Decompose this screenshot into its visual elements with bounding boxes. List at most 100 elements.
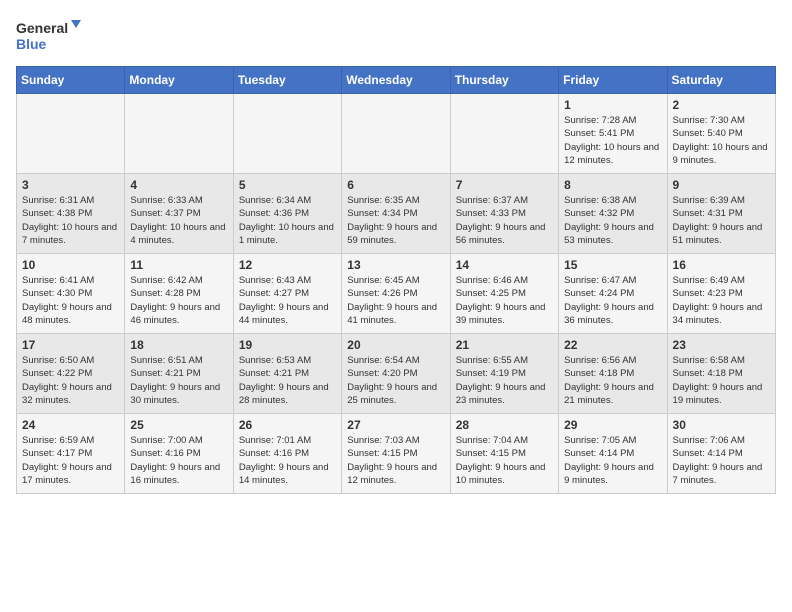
day-info: Sunrise: 6:53 AM Sunset: 4:21 PM Dayligh… [239, 354, 336, 407]
calendar-cell: 22 Sunrise: 6:56 AM Sunset: 4:18 PM Dayli… [559, 334, 667, 414]
calendar-week-4: 17 Sunrise: 6:50 AM Sunset: 4:22 PM Dayli… [17, 334, 776, 414]
day-info: Sunrise: 7:03 AM Sunset: 4:15 PM Dayligh… [347, 434, 444, 487]
calendar-cell: 1Sunrise: 7:28 AM Sunset: 5:41 PM Daylig… [559, 94, 667, 174]
calendar-cell: 10Sunrise: 6:41 AM Sunset: 4:30 PM Dayli… [17, 254, 125, 334]
day-info: Sunrise: 6:39 AM Sunset: 4:31 PM Dayligh… [673, 194, 770, 247]
day-number: 21 [456, 338, 553, 352]
day-header-saturday: Saturday [667, 67, 775, 94]
day-info: Sunrise: 6:50 AM Sunset: 4:22 PM Dayligh… [22, 354, 119, 407]
day-number: 25 [130, 418, 227, 432]
calendar-cell [342, 94, 450, 174]
calendar-week-1: 1Sunrise: 7:28 AM Sunset: 5:41 PM Daylig… [17, 94, 776, 174]
day-number: 13 [347, 258, 444, 272]
page-header: General Blue [16, 16, 776, 56]
calendar-cell: 12Sunrise: 6:43 AM Sunset: 4:27 PM Dayli… [233, 254, 341, 334]
day-info: Sunrise: 6:38 AM Sunset: 4:32 PM Dayligh… [564, 194, 661, 247]
day-info: Sunrise: 6:46 AM Sunset: 4:25 PM Dayligh… [456, 274, 553, 327]
calendar-cell: 21 Sunrise: 6:55 AM Sunset: 4:19 PM Dayli… [450, 334, 558, 414]
day-number: 16 [673, 258, 770, 272]
calendar-cell: 6 Sunrise: 6:35 AM Sunset: 4:34 PM Daylig… [342, 174, 450, 254]
calendar-cell: 13Sunrise: 6:45 AM Sunset: 4:26 PM Dayli… [342, 254, 450, 334]
calendar-cell [17, 94, 125, 174]
day-number: 22 [564, 338, 661, 352]
day-number: 17 [22, 338, 119, 352]
calendar-cell: 18Sunrise: 6:51 AM Sunset: 4:21 PM Dayli… [125, 334, 233, 414]
day-info: Sunrise: 6:34 AM Sunset: 4:36 PM Dayligh… [239, 194, 336, 247]
day-header-tuesday: Tuesday [233, 67, 341, 94]
day-info: Sunrise: 6:58 AM Sunset: 4:18 PM Dayligh… [673, 354, 770, 407]
calendar-cell: 28 Sunrise: 7:04 AM Sunset: 4:15 PM Dayli… [450, 414, 558, 494]
day-number: 28 [456, 418, 553, 432]
day-info: Sunrise: 6:55 AM Sunset: 4:19 PM Dayligh… [456, 354, 553, 407]
calendar-cell: 30Sunrise: 7:06 AM Sunset: 4:14 PM Dayli… [667, 414, 775, 494]
calendar-cell: 19Sunrise: 6:53 AM Sunset: 4:21 PM Dayli… [233, 334, 341, 414]
day-info: Sunrise: 7:01 AM Sunset: 4:16 PM Dayligh… [239, 434, 336, 487]
day-number: 3 [22, 178, 119, 192]
calendar-cell: 5 Sunrise: 6:34 AM Sunset: 4:36 PM Daylig… [233, 174, 341, 254]
calendar-cell: 29 Sunrise: 7:05 AM Sunset: 4:14 PM Dayli… [559, 414, 667, 494]
calendar-cell [125, 94, 233, 174]
calendar-header-row: SundayMondayTuesdayWednesdayThursdayFrid… [17, 67, 776, 94]
day-number: 20 [347, 338, 444, 352]
calendar-cell: 23 Sunrise: 6:58 AM Sunset: 4:18 PM Dayli… [667, 334, 775, 414]
day-number: 6 [347, 178, 444, 192]
day-info: Sunrise: 6:35 AM Sunset: 4:34 PM Dayligh… [347, 194, 444, 247]
calendar-cell: 20 Sunrise: 6:54 AM Sunset: 4:20 PM Dayli… [342, 334, 450, 414]
calendar-cell: 14 Sunrise: 6:46 AM Sunset: 4:25 PM Dayli… [450, 254, 558, 334]
calendar-week-2: 3 Sunrise: 6:31 AM Sunset: 4:38 PM Daylig… [17, 174, 776, 254]
day-info: Sunrise: 7:00 AM Sunset: 4:16 PM Dayligh… [130, 434, 227, 487]
calendar-cell: 2 Sunrise: 7:30 AM Sunset: 5:40 PM Daylig… [667, 94, 775, 174]
calendar-cell: 27 Sunrise: 7:03 AM Sunset: 4:15 PM Dayli… [342, 414, 450, 494]
day-info: Sunrise: 6:37 AM Sunset: 4:33 PM Dayligh… [456, 194, 553, 247]
day-info: Sunrise: 7:04 AM Sunset: 4:15 PM Dayligh… [456, 434, 553, 487]
day-number: 23 [673, 338, 770, 352]
day-number: 26 [239, 418, 336, 432]
day-number: 24 [22, 418, 119, 432]
day-number: 8 [564, 178, 661, 192]
day-number: 10 [22, 258, 119, 272]
day-info: Sunrise: 7:06 AM Sunset: 4:14 PM Dayligh… [673, 434, 770, 487]
day-info: Sunrise: 6:33 AM Sunset: 4:37 PM Dayligh… [130, 194, 227, 247]
calendar-cell: 16 Sunrise: 6:49 AM Sunset: 4:23 PM Dayli… [667, 254, 775, 334]
day-number: 9 [673, 178, 770, 192]
day-header-wednesday: Wednesday [342, 67, 450, 94]
calendar-body: 1Sunrise: 7:28 AM Sunset: 5:41 PM Daylig… [17, 94, 776, 494]
day-header-thursday: Thursday [450, 67, 558, 94]
calendar-week-3: 10Sunrise: 6:41 AM Sunset: 4:30 PM Dayli… [17, 254, 776, 334]
day-number: 7 [456, 178, 553, 192]
day-info: Sunrise: 6:42 AM Sunset: 4:28 PM Dayligh… [130, 274, 227, 327]
day-info: Sunrise: 7:30 AM Sunset: 5:40 PM Dayligh… [673, 114, 770, 167]
calendar-cell: 4Sunrise: 6:33 AM Sunset: 4:37 PM Daylig… [125, 174, 233, 254]
logo-svg: General Blue [16, 16, 86, 56]
calendar-cell: 9 Sunrise: 6:39 AM Sunset: 4:31 PM Daylig… [667, 174, 775, 254]
calendar-cell: 11Sunrise: 6:42 AM Sunset: 4:28 PM Dayli… [125, 254, 233, 334]
calendar-cell: 8 Sunrise: 6:38 AM Sunset: 4:32 PM Daylig… [559, 174, 667, 254]
calendar-cell [450, 94, 558, 174]
calendar-cell [233, 94, 341, 174]
day-info: Sunrise: 6:31 AM Sunset: 4:38 PM Dayligh… [22, 194, 119, 247]
calendar-cell: 17 Sunrise: 6:50 AM Sunset: 4:22 PM Dayli… [17, 334, 125, 414]
day-header-friday: Friday [559, 67, 667, 94]
day-number: 29 [564, 418, 661, 432]
day-number: 5 [239, 178, 336, 192]
svg-text:Blue: Blue [16, 36, 47, 52]
day-number: 2 [673, 98, 770, 112]
day-info: Sunrise: 7:05 AM Sunset: 4:14 PM Dayligh… [564, 434, 661, 487]
day-info: Sunrise: 6:47 AM Sunset: 4:24 PM Dayligh… [564, 274, 661, 327]
day-info: Sunrise: 7:28 AM Sunset: 5:41 PM Dayligh… [564, 114, 661, 167]
calendar-table: SundayMondayTuesdayWednesdayThursdayFrid… [16, 66, 776, 494]
day-header-monday: Monday [125, 67, 233, 94]
svg-text:General: General [16, 20, 68, 36]
day-header-sunday: Sunday [17, 67, 125, 94]
day-number: 18 [130, 338, 227, 352]
day-info: Sunrise: 6:56 AM Sunset: 4:18 PM Dayligh… [564, 354, 661, 407]
calendar-cell: 3 Sunrise: 6:31 AM Sunset: 4:38 PM Daylig… [17, 174, 125, 254]
day-info: Sunrise: 6:54 AM Sunset: 4:20 PM Dayligh… [347, 354, 444, 407]
logo: General Blue [16, 16, 86, 56]
day-number: 14 [456, 258, 553, 272]
day-info: Sunrise: 6:49 AM Sunset: 4:23 PM Dayligh… [673, 274, 770, 327]
calendar-cell: 26 Sunrise: 7:01 AM Sunset: 4:16 PM Dayli… [233, 414, 341, 494]
calendar-cell: 7 Sunrise: 6:37 AM Sunset: 4:33 PM Daylig… [450, 174, 558, 254]
day-number: 27 [347, 418, 444, 432]
calendar-week-5: 24Sunrise: 6:59 AM Sunset: 4:17 PM Dayli… [17, 414, 776, 494]
